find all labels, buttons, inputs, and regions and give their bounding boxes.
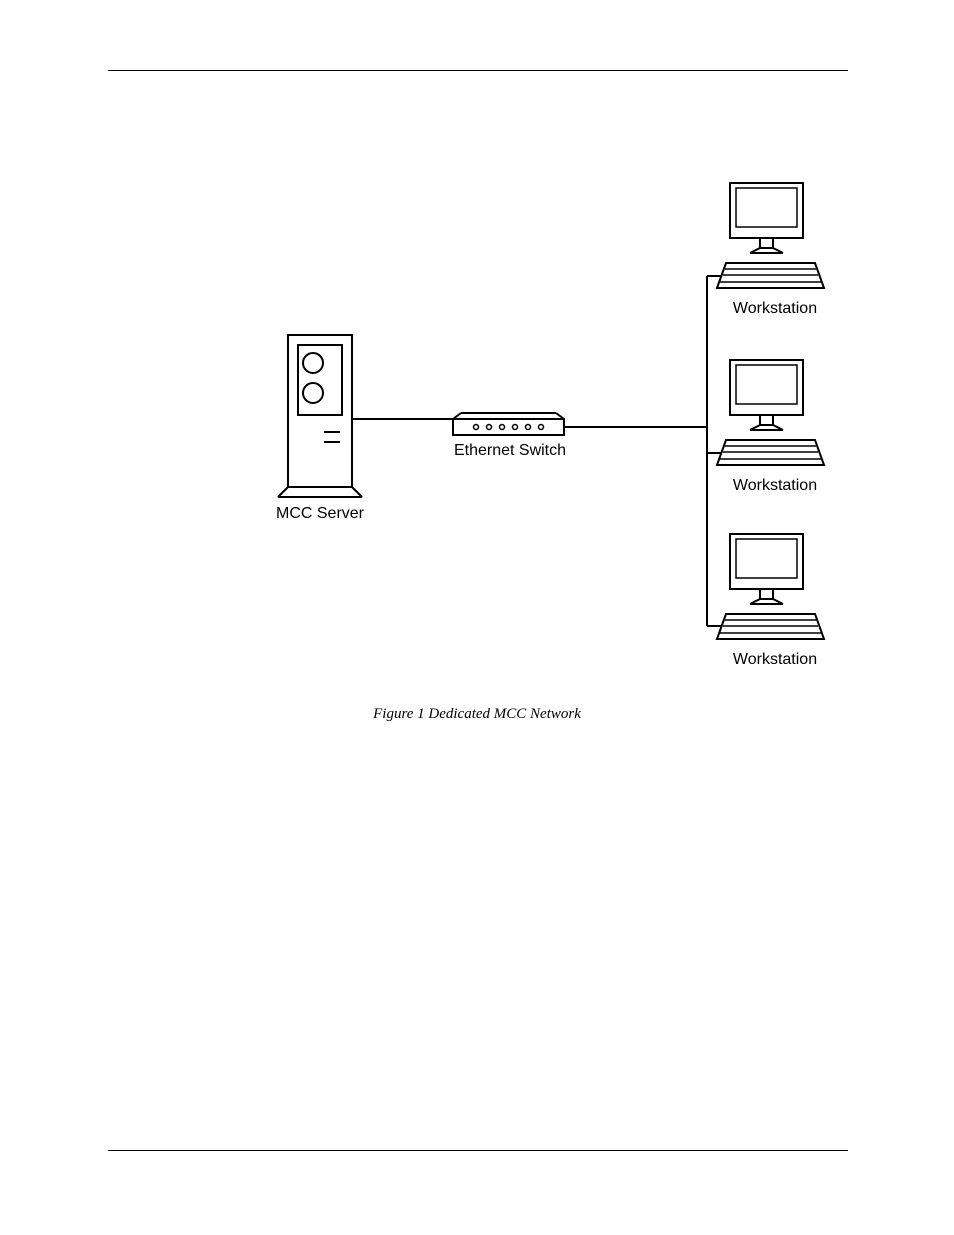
network-diagram: [0, 0, 954, 700]
bottom-rule: [108, 1150, 848, 1151]
figure-caption: Figure 1 Dedicated MCC Network: [0, 706, 954, 723]
switch-icon: [453, 413, 564, 435]
workstation3-label: Workstation: [720, 651, 830, 669]
workstation1-label: Workstation: [720, 300, 830, 318]
server-label: MCC Server: [270, 505, 370, 523]
workstation2-label: Workstation: [720, 477, 830, 495]
page: MCC Server Ethernet Switch Workstation W…: [0, 0, 954, 1235]
switch-label: Ethernet Switch: [445, 442, 575, 460]
workstation-icon-1: [717, 183, 824, 288]
server-icon: [278, 335, 362, 497]
workstation-icon-3: [717, 534, 824, 639]
workstation-icon-2: [717, 360, 824, 465]
